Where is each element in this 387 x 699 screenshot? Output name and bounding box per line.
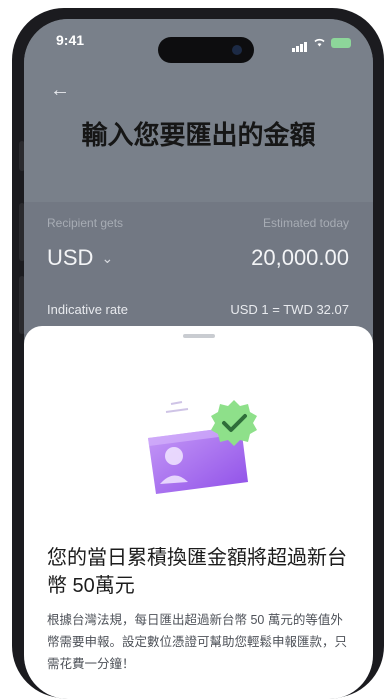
sheet-body-text: 根據台灣法規，每日匯出超過新台幣 50 萬元的等值外幣需要申報。設定數位憑證可幫… [47, 613, 348, 671]
sheet-title: 您的當日累積換匯金額將超過新台幣 50萬元 [47, 547, 347, 597]
battery-icon [331, 38, 351, 48]
id-card-verified-icon [148, 400, 257, 494]
recipient-gets-label: Recipient gets [47, 216, 124, 230]
estimated-today-label: Estimated today [262, 216, 349, 230]
chevron-down-icon: ⌄ [101, 249, 114, 266]
phone-screen: 9:41 ← 輸入您要匯出的金額 Recipient gets Estimate… [24, 19, 373, 699]
signal-icon [292, 34, 308, 52]
currency-code: USD [47, 245, 94, 270]
camera-icon [232, 45, 242, 55]
currency-selector[interactable]: USD ⌄ [47, 245, 113, 271]
wifi-icon [313, 37, 326, 49]
sheet-handle[interactable] [183, 334, 215, 338]
status-time: 9:41 [56, 32, 85, 48]
indicative-rate-value: USD 1 = TWD 32.07 [230, 302, 349, 317]
amount-value[interactable]: 20,000.00 [251, 245, 349, 271]
bottom-sheet: 您的當日累積換匯金額將超過新台幣 50萬元 根據台灣法規，每日匯出超過新台幣 5… [24, 326, 373, 699]
indicative-rate-label: Indicative rate [47, 302, 128, 317]
page-title: 輸入您要匯出的金額 [81, 120, 316, 150]
dynamic-island [158, 37, 254, 63]
status-bar: 9:41 [24, 19, 373, 63]
back-arrow-icon[interactable]: ← [50, 79, 70, 102]
system-icons [292, 34, 351, 52]
